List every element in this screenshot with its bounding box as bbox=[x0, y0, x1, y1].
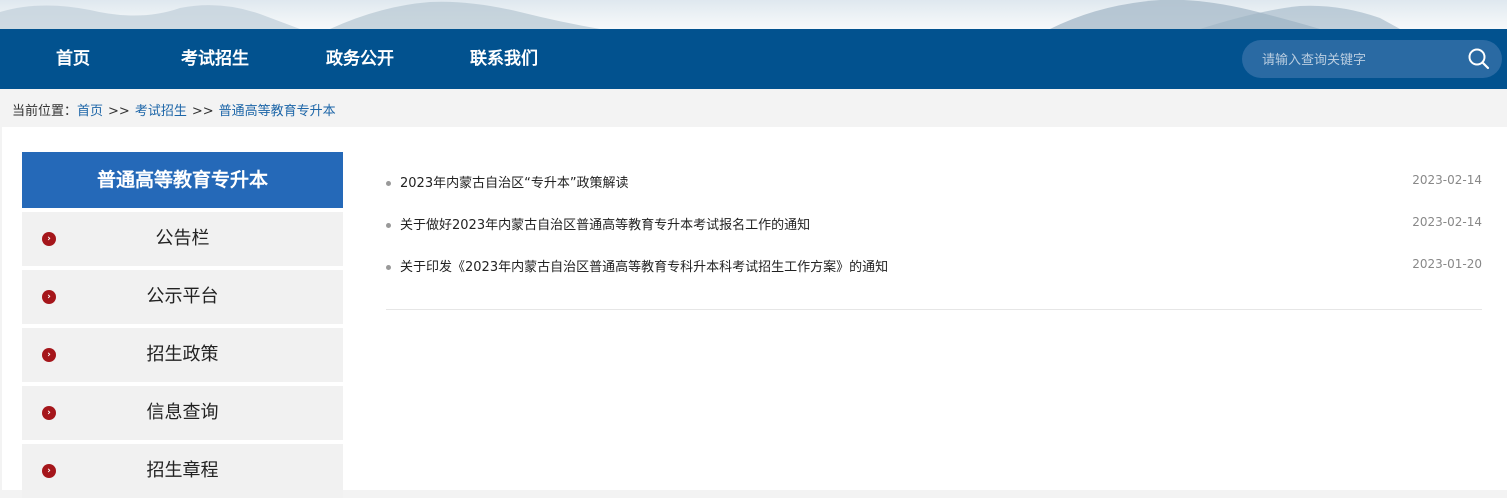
breadcrumb-exam-enrollment[interactable]: 考试招生 bbox=[135, 104, 187, 119]
sidebar-item-label: 招生政策 bbox=[146, 344, 219, 365]
sidebar-item-label: 公示平台 bbox=[146, 286, 219, 307]
nav-item-contact-us[interactable]: 联系我们 bbox=[470, 29, 538, 89]
search-box bbox=[1242, 40, 1502, 80]
mountain-banner bbox=[0, 0, 1400, 29]
article-date: 2023-02-14 bbox=[1412, 215, 1482, 229]
sidebar-item-policy[interactable]: › 招生政策 bbox=[22, 328, 343, 382]
search-icon[interactable] bbox=[1466, 46, 1492, 72]
sidebar-item-bulletin[interactable]: › 公告栏 bbox=[22, 212, 343, 266]
breadcrumb-home[interactable]: 首页 bbox=[77, 104, 103, 119]
breadcrumb-separator: >> bbox=[191, 104, 214, 119]
nav-item-public-affairs[interactable]: 政务公开 bbox=[326, 29, 394, 89]
bullet-icon bbox=[386, 181, 391, 186]
sidebar-item-label: 公告栏 bbox=[155, 228, 210, 249]
nav-item-exam-enrollment[interactable]: 考试招生 bbox=[181, 29, 249, 89]
main-nav: 首页 考试招生 政务公开 联系我们 bbox=[0, 29, 1507, 89]
article-date: 2023-02-14 bbox=[1412, 173, 1482, 187]
sidebar-item-inquiry[interactable]: › 信息查询 bbox=[22, 386, 343, 440]
bullet-icon bbox=[386, 265, 391, 270]
breadcrumb-separator: >> bbox=[108, 104, 130, 119]
sidebar-item-label: 信息查询 bbox=[146, 402, 219, 423]
sidebar-item-publicity[interactable]: › 公示平台 bbox=[22, 270, 343, 324]
article-title[interactable]: 2023年内蒙古自治区“专升本”政策解读 bbox=[400, 173, 629, 195]
search-input[interactable] bbox=[1260, 40, 1464, 80]
breadcrumb-current[interactable]: 普通高等教育专升本 bbox=[219, 104, 336, 119]
list-item[interactable]: 2023年内蒙古自治区“专升本”政策解读 2023-02-14 bbox=[386, 173, 1482, 195]
breadcrumb: 当前位置：首页 >> 考试招生 >> 普通高等教育专升本 bbox=[12, 100, 336, 119]
sidebar-title: 普通高等教育专升本 bbox=[22, 152, 343, 208]
list-item[interactable]: 关于做好2023年内蒙古自治区普通高等教育专升本考试报名工作的通知 2023-0… bbox=[386, 215, 1482, 237]
bullet-icon bbox=[386, 223, 391, 228]
article-date: 2023-01-20 bbox=[1412, 257, 1482, 271]
breadcrumb-prefix: 当前位置： bbox=[12, 104, 78, 119]
top-banner bbox=[0, 0, 1507, 29]
article-title[interactable]: 关于做好2023年内蒙古自治区普通高等教育专升本考试报名工作的通知 bbox=[400, 215, 810, 237]
divider bbox=[386, 309, 1482, 310]
article-title[interactable]: 关于印发《2023年内蒙古自治区普通高等教育专科升本科考试招生工作方案》的通知 bbox=[400, 257, 888, 279]
list-item[interactable]: 关于印发《2023年内蒙古自治区普通高等教育专科升本科考试招生工作方案》的通知 … bbox=[386, 257, 1482, 279]
nav-item-home[interactable]: 首页 bbox=[56, 29, 90, 89]
